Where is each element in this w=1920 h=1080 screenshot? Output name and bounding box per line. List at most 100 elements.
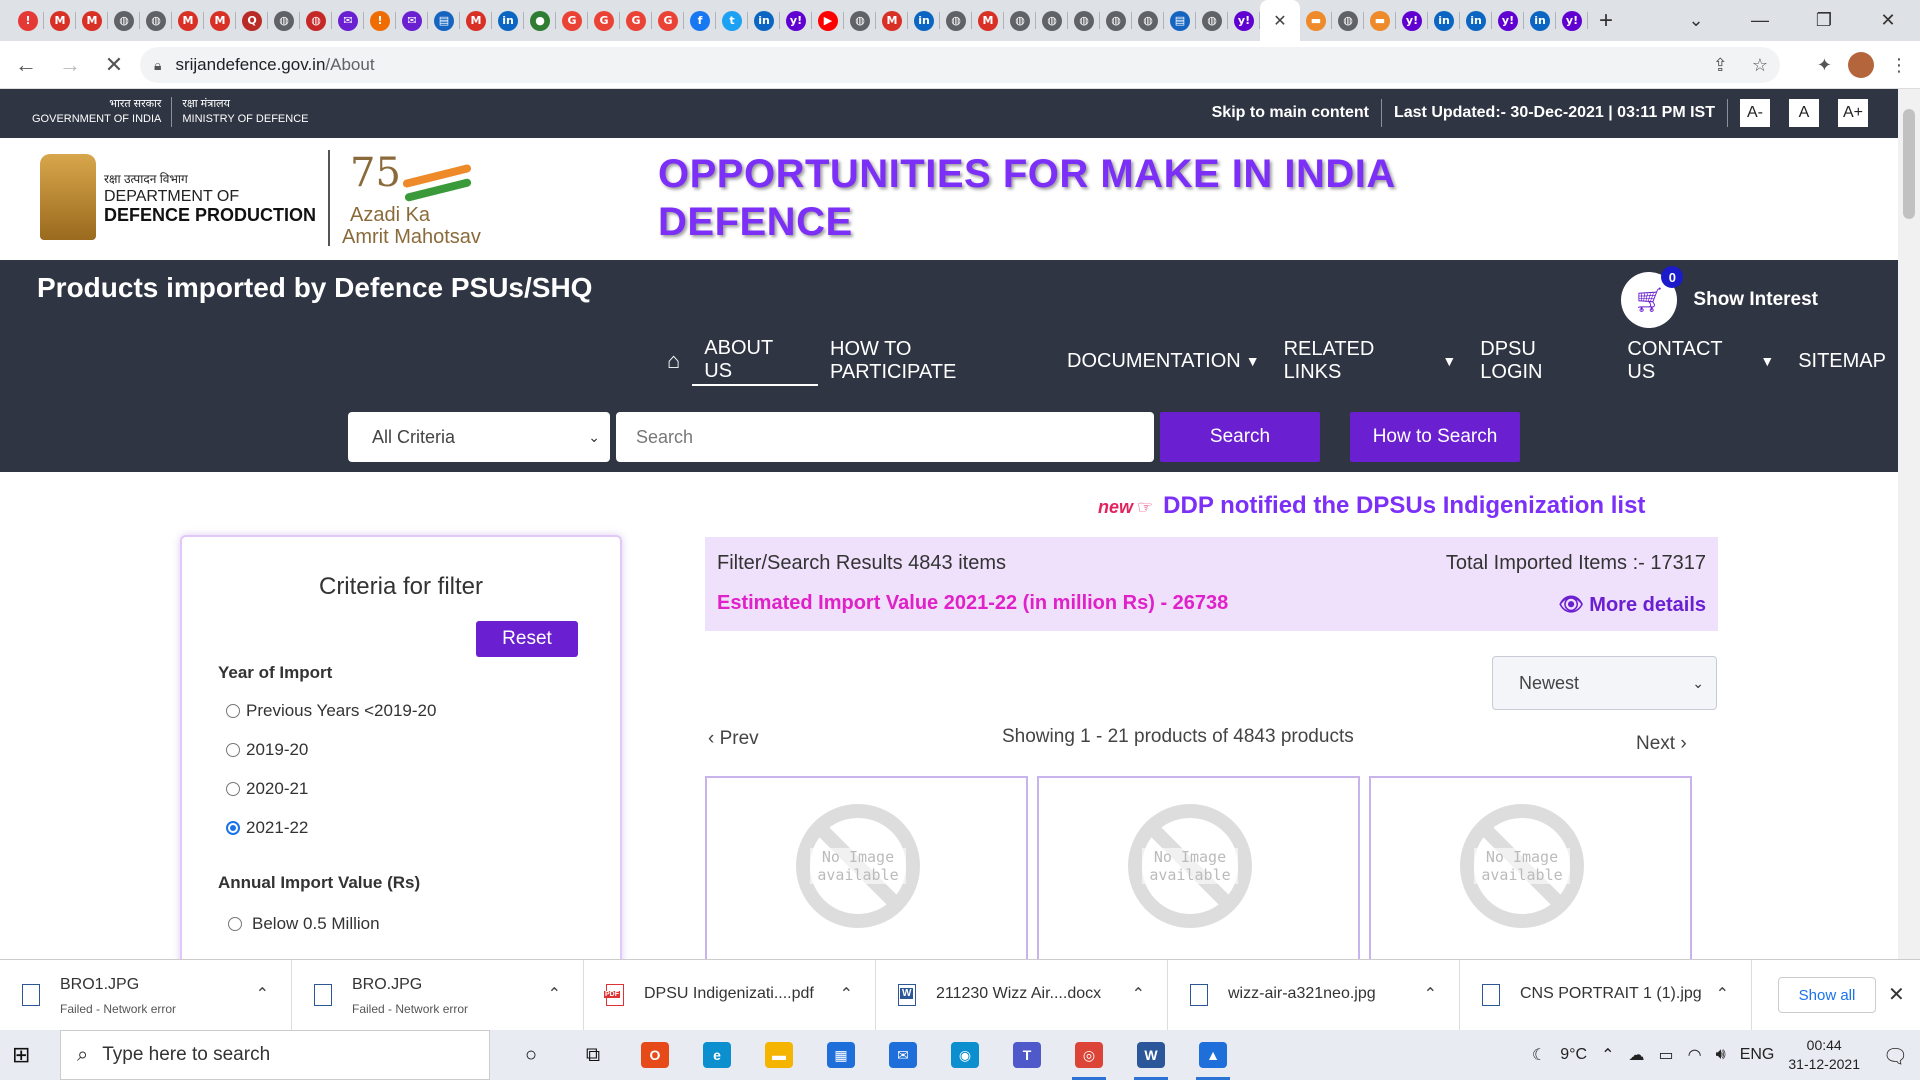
close-icon[interactable]: ✕ bbox=[1888, 982, 1905, 1007]
taskbar-app[interactable]: ◉ bbox=[934, 1030, 996, 1080]
radio-unchecked[interactable] bbox=[228, 917, 242, 931]
browser-tab[interactable]: G bbox=[588, 0, 620, 41]
nav-sitemap[interactable]: SITEMAP bbox=[1786, 336, 1898, 386]
download-item[interactable]: 211230 Wizz Air....docx ⌃ bbox=[876, 960, 1168, 1031]
government-of-india-link[interactable]: भारत सरकार GOVERNMENT OF INDIA bbox=[22, 97, 173, 127]
taskbar-app[interactable]: ⧉ bbox=[562, 1030, 624, 1080]
nav-contact-us[interactable]: CONTACT US ▼ bbox=[1615, 336, 1786, 386]
radio-unchecked[interactable] bbox=[226, 782, 240, 796]
chevron-up-icon[interactable]: ⌃ bbox=[548, 984, 561, 1004]
browser-tab[interactable]: ◍ bbox=[1100, 0, 1132, 41]
browser-tab[interactable]: ◍ bbox=[1196, 0, 1228, 41]
browser-tab[interactable]: ✉ bbox=[396, 0, 428, 41]
taskbar-app[interactable]: ▦ bbox=[810, 1030, 872, 1080]
font-decrease-button[interactable]: A- bbox=[1740, 99, 1770, 127]
taskbar-search-input[interactable]: ⌕ Type here to search bbox=[60, 1030, 490, 1080]
browser-tab[interactable]: G bbox=[652, 0, 684, 41]
menu-icon[interactable]: ⋮ bbox=[1890, 55, 1908, 76]
search-button[interactable]: Search bbox=[1160, 412, 1320, 462]
radio-unchecked[interactable] bbox=[226, 704, 240, 718]
browser-tab[interactable]: M bbox=[76, 0, 108, 41]
year-radio-option[interactable]: Previous Years <2019-20 bbox=[226, 701, 436, 721]
browser-tab[interactable]: y! bbox=[1556, 0, 1588, 41]
browser-tab[interactable]: y! bbox=[1396, 0, 1428, 41]
browser-tab[interactable]: M bbox=[876, 0, 908, 41]
scrollbar-thumb[interactable] bbox=[1903, 109, 1915, 219]
notice-link[interactable]: new ☞ DDP notified the DPSUs Indigenizat… bbox=[1098, 492, 1645, 520]
chevron-up-icon[interactable]: ⌃ bbox=[1716, 984, 1729, 1004]
clock[interactable]: 00:44 31-12-2021 bbox=[1788, 1036, 1860, 1074]
chevron-up-icon[interactable]: ⌃ bbox=[1601, 1045, 1614, 1065]
browser-tab[interactable]: t bbox=[716, 0, 748, 41]
taskbar-app[interactable]: e bbox=[686, 1030, 748, 1080]
browser-tab[interactable]: ▶ bbox=[812, 0, 844, 41]
browser-tab[interactable]: in bbox=[1460, 0, 1492, 41]
browser-tab[interactable]: ◍ bbox=[1132, 0, 1164, 41]
home-icon[interactable]: ⌂ bbox=[655, 336, 692, 386]
browser-tab[interactable]: M bbox=[172, 0, 204, 41]
browser-tab[interactable]: y! bbox=[1228, 0, 1260, 41]
nav-about-us[interactable]: ABOUT US bbox=[692, 336, 818, 386]
skip-to-main-content-link[interactable]: Skip to main content bbox=[1212, 104, 1369, 122]
windows-start-icon[interactable]: ⊞ bbox=[12, 1042, 48, 1068]
browser-tab[interactable]: ▬ bbox=[1364, 0, 1396, 41]
more-details-link[interactable]: 👁︎ More details bbox=[1558, 592, 1706, 617]
close-icon[interactable]: ✕ bbox=[1270, 11, 1290, 31]
language-indicator[interactable]: ENG bbox=[1740, 1046, 1775, 1064]
nav-how-to-participate[interactable]: HOW TO PARTICIPATE bbox=[818, 336, 1055, 386]
taskbar-app[interactable]: ▲ bbox=[1182, 1030, 1244, 1080]
browser-tab[interactable]: Q bbox=[236, 0, 268, 41]
taskbar-app[interactable]: ○ bbox=[500, 1030, 562, 1080]
sort-select[interactable]: Newest ⌄ bbox=[1492, 656, 1717, 710]
browser-tab[interactable]: ◍ bbox=[300, 0, 332, 41]
weather-moon-icon[interactable]: ☾ bbox=[1532, 1045, 1546, 1065]
address-bar[interactable]: 🔒︎ srijandefence.gov.in/About ⇪ ☆ bbox=[140, 47, 1780, 83]
network-icon[interactable]: ◠ bbox=[1688, 1045, 1702, 1065]
next-page-button[interactable]: Next › bbox=[1636, 733, 1687, 755]
browser-tab[interactable]: ● bbox=[524, 0, 556, 41]
new-tab-button[interactable]: + bbox=[1588, 0, 1624, 41]
browser-tab[interactable]: ! bbox=[364, 0, 396, 41]
prev-page-button[interactable]: ‹ Prev bbox=[708, 728, 759, 750]
browser-tab[interactable]: in bbox=[908, 0, 940, 41]
volume-icon[interactable]: 🔊︎ bbox=[1716, 1046, 1726, 1064]
forward-button[interactable]: → bbox=[52, 47, 88, 83]
font-increase-button[interactable]: A+ bbox=[1838, 99, 1868, 127]
browser-tab[interactable]: ◍ bbox=[1004, 0, 1036, 41]
browser-tab[interactable]: M bbox=[204, 0, 236, 41]
browser-tab[interactable]: M bbox=[972, 0, 1004, 41]
criteria-select[interactable]: All Criteria ⌄ bbox=[348, 412, 610, 462]
browser-tab[interactable]: ◍ bbox=[940, 0, 972, 41]
taskbar-app[interactable]: ✉ bbox=[872, 1030, 934, 1080]
stop-loading-button[interactable]: ✕ bbox=[96, 47, 132, 83]
restore-button[interactable]: ❐ bbox=[1792, 0, 1856, 41]
nav-dpsu-login[interactable]: DPSU LOGIN bbox=[1468, 336, 1615, 386]
browser-tab[interactable]: in bbox=[1524, 0, 1556, 41]
how-to-search-button[interactable]: How to Search bbox=[1350, 412, 1520, 462]
profile-avatar[interactable] bbox=[1848, 52, 1874, 78]
taskbar-app[interactable]: ◎ bbox=[1058, 1030, 1120, 1080]
year-radio-option[interactable]: 2021-22 bbox=[226, 818, 308, 838]
product-card[interactable]: No Image available bbox=[1037, 776, 1360, 986]
import-value-radio-option[interactable]: Below 0.5 Million bbox=[228, 914, 380, 934]
browser-tab[interactable]: in bbox=[1428, 0, 1460, 41]
download-item[interactable]: wizz-air-a321neo.jpg ⌃ bbox=[1168, 960, 1460, 1031]
browser-tab[interactable]: M bbox=[44, 0, 76, 41]
active-tab[interactable]: ✕ bbox=[1260, 0, 1300, 41]
minimize-button[interactable]: — bbox=[1728, 0, 1792, 41]
radio-unchecked[interactable] bbox=[226, 743, 240, 757]
taskbar-app[interactable]: ▬ bbox=[748, 1030, 810, 1080]
browser-tab[interactable]: G bbox=[556, 0, 588, 41]
download-item[interactable]: DPSU Indigenizati....pdf ⌃ bbox=[584, 960, 876, 1031]
browser-tab[interactable]: ◍ bbox=[268, 0, 300, 41]
font-normal-button[interactable]: A bbox=[1789, 99, 1819, 127]
temperature-text[interactable]: 9°C bbox=[1560, 1046, 1587, 1064]
chevron-up-icon[interactable]: ⌃ bbox=[840, 984, 853, 1004]
taskbar-app[interactable]: O bbox=[624, 1030, 686, 1080]
browser-tab[interactable]: ▤ bbox=[1164, 0, 1196, 41]
year-radio-option[interactable]: 2019-20 bbox=[226, 740, 308, 760]
show-interest-button[interactable]: 🛒︎ 0 Show Interest bbox=[1621, 266, 1818, 328]
cloud-icon[interactable]: ☁ bbox=[1629, 1045, 1645, 1065]
browser-tab[interactable]: ◍ bbox=[1332, 0, 1364, 41]
product-card[interactable]: No Image available bbox=[705, 776, 1028, 986]
